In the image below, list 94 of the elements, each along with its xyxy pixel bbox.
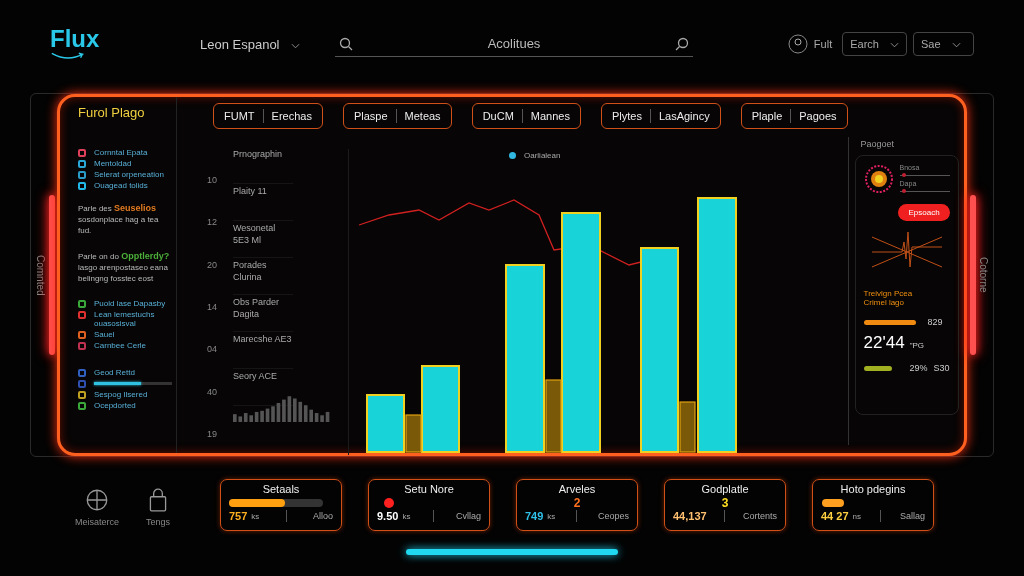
card-note: Cortents [742,511,777,521]
tab[interactable]: Mannes [530,110,570,122]
card-value: 44 27 [821,510,849,522]
meter-reading: 29% [909,363,928,373]
status-dot [384,497,394,508]
tab[interactable]: FUMT [224,110,255,122]
side-label: Cotorne [978,257,989,293]
segmented-control[interactable]: Plaspe Meteas [342,103,452,129]
row-label: Porades Clurina [233,260,293,295]
tab[interactable]: Pagoes [799,110,837,122]
axis-label: 19 [207,428,218,439]
row-label: Marecshe AE3 [233,334,293,369]
chevron-icon [291,42,301,49]
legend-label: Oarlialean [524,150,561,160]
user-icon[interactable] [787,34,808,54]
tab[interactable]: DuCM [482,110,514,122]
sidebar-item[interactable]: Cornntal Epata [94,148,148,157]
tab[interactable]: Plaspe [353,110,388,122]
axis-label: 04 [207,344,218,355]
tab[interactable]: Plytes [611,110,642,122]
axis-label: 20 [207,259,218,270]
panel-subheading: Crimel lago [863,298,906,307]
chevron-icon [890,42,899,48]
sun-icon [863,164,894,194]
legend-dot [509,151,516,159]
sidebar-item[interactable]: Sespog Ilsered [94,389,148,399]
sidebar-item[interactable]: Ouagead tolids [94,181,148,190]
sidebar-item[interactable]: Mentoldad [94,159,132,168]
value-unit: "PG [909,341,925,350]
value-unit: ks [402,511,411,521]
meter-reading: 829 [927,317,943,327]
action-button[interactable]: Epsoach [898,204,950,221]
dock-label: Tengs [146,517,171,527]
axis-label: 10 [207,175,218,186]
dock-label: Meisaterce [75,517,119,527]
card-value: 757 [229,510,248,522]
value-unit: ks [547,511,556,521]
sidebar-item[interactable]: Selerat orpeneation [94,170,164,179]
sidebar-item[interactable]: Ocepdorted [94,400,136,410]
note-text: Parle on do Opptlerdy? lasgo arenpostaseo eana belingng fosstec eost [78,250,171,285]
status-badge [822,498,844,507]
tab[interactable]: Erechas [271,110,312,122]
card-title: Setu Nore [404,483,454,495]
sidebar-item[interactable]: Carnbee Cerle [94,340,147,350]
dropdown[interactable]: Earch [842,32,907,56]
segmented-control[interactable]: FUMT Erechas [213,103,323,129]
tab[interactable]: Plaple [751,110,783,122]
segmented-control[interactable]: Plytes LasAgincy [600,103,721,129]
card-title: Setaals [262,483,300,495]
card-note: Cvllag [456,511,481,521]
value-unit: ns [852,511,861,521]
card-value: 44,137 [673,510,707,522]
meter-reading: S30 [933,363,950,373]
card-title: Godplatle [701,483,749,495]
tab[interactable]: LasAgincy [658,110,710,122]
row-label: Wesonetal 5E3 Ml [233,223,293,258]
sidebar-item[interactable]: Geod Rettd [94,367,135,377]
row-label: Plaity 11 [233,186,293,221]
chevron-icon [951,42,961,48]
sidebar-title: Furol Plago [78,105,146,120]
sidebar-item[interactable]: Lean lemestuchs ouasosisval [94,309,172,328]
tab[interactable]: Meteas [404,110,441,122]
value-unit: ks [251,511,260,521]
row-label: Prnographin [233,149,293,184]
row-label: Obs Parder Dagita [233,297,293,332]
search-icon[interactable] [675,36,689,51]
card-title: Arveles [558,483,596,495]
search-icon [339,36,353,51]
globe-icon[interactable] [84,487,110,513]
card-number: 2 [573,495,581,510]
side-label: Comnted [35,254,46,296]
search-field[interactable]: Acolitues [353,35,675,52]
user-name: Fult [813,38,833,50]
logo[interactable]: Flux [50,25,200,63]
dropdown[interactable]: Sae [913,32,974,56]
panel-title: Paogoet [860,139,896,149]
big-value: 22'44 [863,333,905,353]
segmented-control[interactable]: Plaple Pagoes [740,103,848,129]
card-number: 3 [721,495,729,510]
sidebar-item[interactable]: Sauel [94,329,115,339]
axis-label: 14 [207,302,218,312]
card-note: Sallag [899,511,925,521]
axis-label: 40 [207,386,218,397]
sidebar-item[interactable]: Puold lase Dapasby [94,298,166,308]
note-text: Parle des Seuselios sosdonplace hag a tea fud. [78,202,160,237]
card-value: 9.50 [377,510,399,522]
panel-heading: Treivlgn Pcea [863,289,914,298]
segmented-control[interactable]: DuCM Mannes [471,103,581,129]
card-title: Hoto pdegins [840,483,906,495]
card-note: Ceopes [597,511,629,521]
card-value: 749 [525,510,544,522]
language-select[interactable]: Leon Espanol [200,36,335,52]
card-note: Alloo [313,511,333,521]
axis-label: 12 [207,217,218,228]
